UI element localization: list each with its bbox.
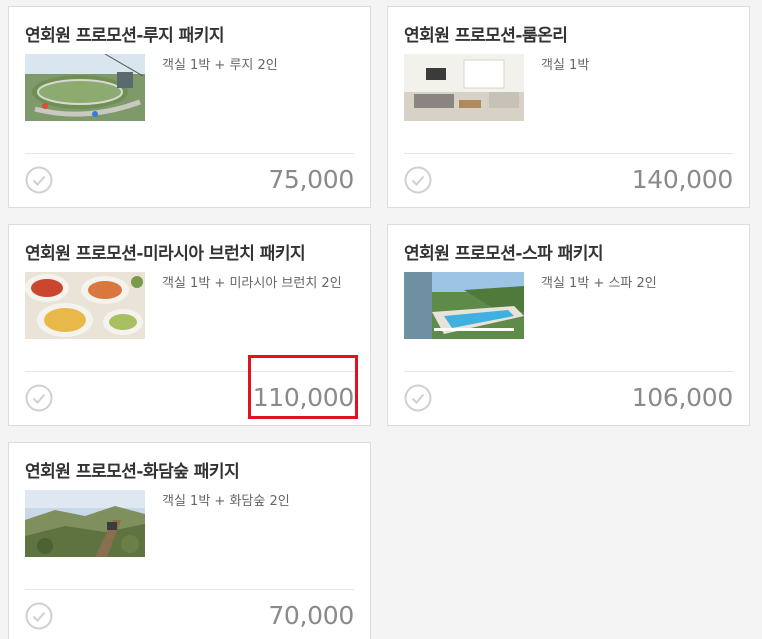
package-price: 140,000 <box>631 165 734 194</box>
package-card-spa[interactable]: 연회원 프로모션-스파 패키지 객실 1박 + 스파 2인 106,000 <box>387 224 750 426</box>
check-circle-icon[interactable] <box>25 166 53 194</box>
package-title: 연회원 프로모션-미라시아 브런치 패키지 <box>25 244 306 264</box>
check-circle-icon[interactable] <box>404 384 432 412</box>
package-description: 객실 1박 + 미라시아 브런치 2인 <box>162 276 342 291</box>
package-card-brunch[interactable]: 연회원 프로모션-미라시아 브런치 패키지 객실 1박 + 미라시아 브런치 2… <box>8 224 371 426</box>
package-card-luge[interactable]: 연회원 프로모션-루지 패키지 객실 1박 + 루지 2인 75,000 <box>8 6 371 208</box>
package-title: 연회원 프로모션-화담숲 패키지 <box>25 462 240 482</box>
card-divider <box>25 589 354 590</box>
card-divider <box>25 153 354 154</box>
package-title: 연회원 프로모션-스파 패키지 <box>404 244 604 264</box>
check-circle-icon[interactable] <box>404 166 432 194</box>
package-description: 객실 1박 + 루지 2인 <box>162 58 278 73</box>
card-divider <box>25 371 354 372</box>
package-price: 106,000 <box>631 383 734 412</box>
package-price: 70,000 <box>268 601 354 630</box>
package-card-room-only[interactable]: 연회원 프로모션-룸온리 객실 1박 140,000 <box>387 6 750 208</box>
outdoor-pool-photo <box>404 272 524 339</box>
card-divider <box>404 153 733 154</box>
room-interior-photo <box>404 54 524 121</box>
package-card-hwadam-forest[interactable]: 연회원 프로모션-화담숲 패키지 객실 1박 + 화담숲 2인 70,000 <box>8 442 371 639</box>
check-circle-icon[interactable] <box>25 384 53 412</box>
package-description: 객실 1박 + 스파 2인 <box>541 276 657 291</box>
package-price: 110,000 <box>252 383 355 412</box>
luge-track-photo <box>25 54 145 121</box>
forest-monorail-photo <box>25 490 145 557</box>
package-title: 연회원 프로모션-룸온리 <box>404 26 568 46</box>
package-description: 객실 1박 <box>541 58 590 73</box>
brunch-food-photo <box>25 272 145 339</box>
package-grid: 연회원 프로모션-루지 패키지 객실 1박 + 루지 2인 75,000 연회원… <box>0 0 762 639</box>
check-circle-icon[interactable] <box>25 602 53 630</box>
package-description: 객실 1박 + 화담숲 2인 <box>162 494 290 509</box>
card-divider <box>404 371 733 372</box>
package-title: 연회원 프로모션-루지 패키지 <box>25 26 225 46</box>
package-price: 75,000 <box>268 165 354 194</box>
